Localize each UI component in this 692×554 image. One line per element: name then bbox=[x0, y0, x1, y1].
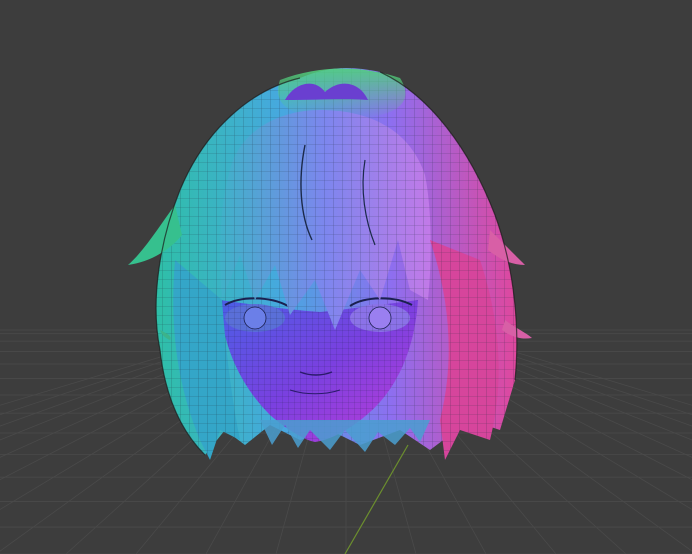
viewport-canvas[interactable] bbox=[0, 0, 692, 554]
3d-viewport[interactable] bbox=[0, 0, 692, 554]
head-model[interactable] bbox=[128, 68, 532, 460]
y-axis-line bbox=[344, 444, 409, 554]
